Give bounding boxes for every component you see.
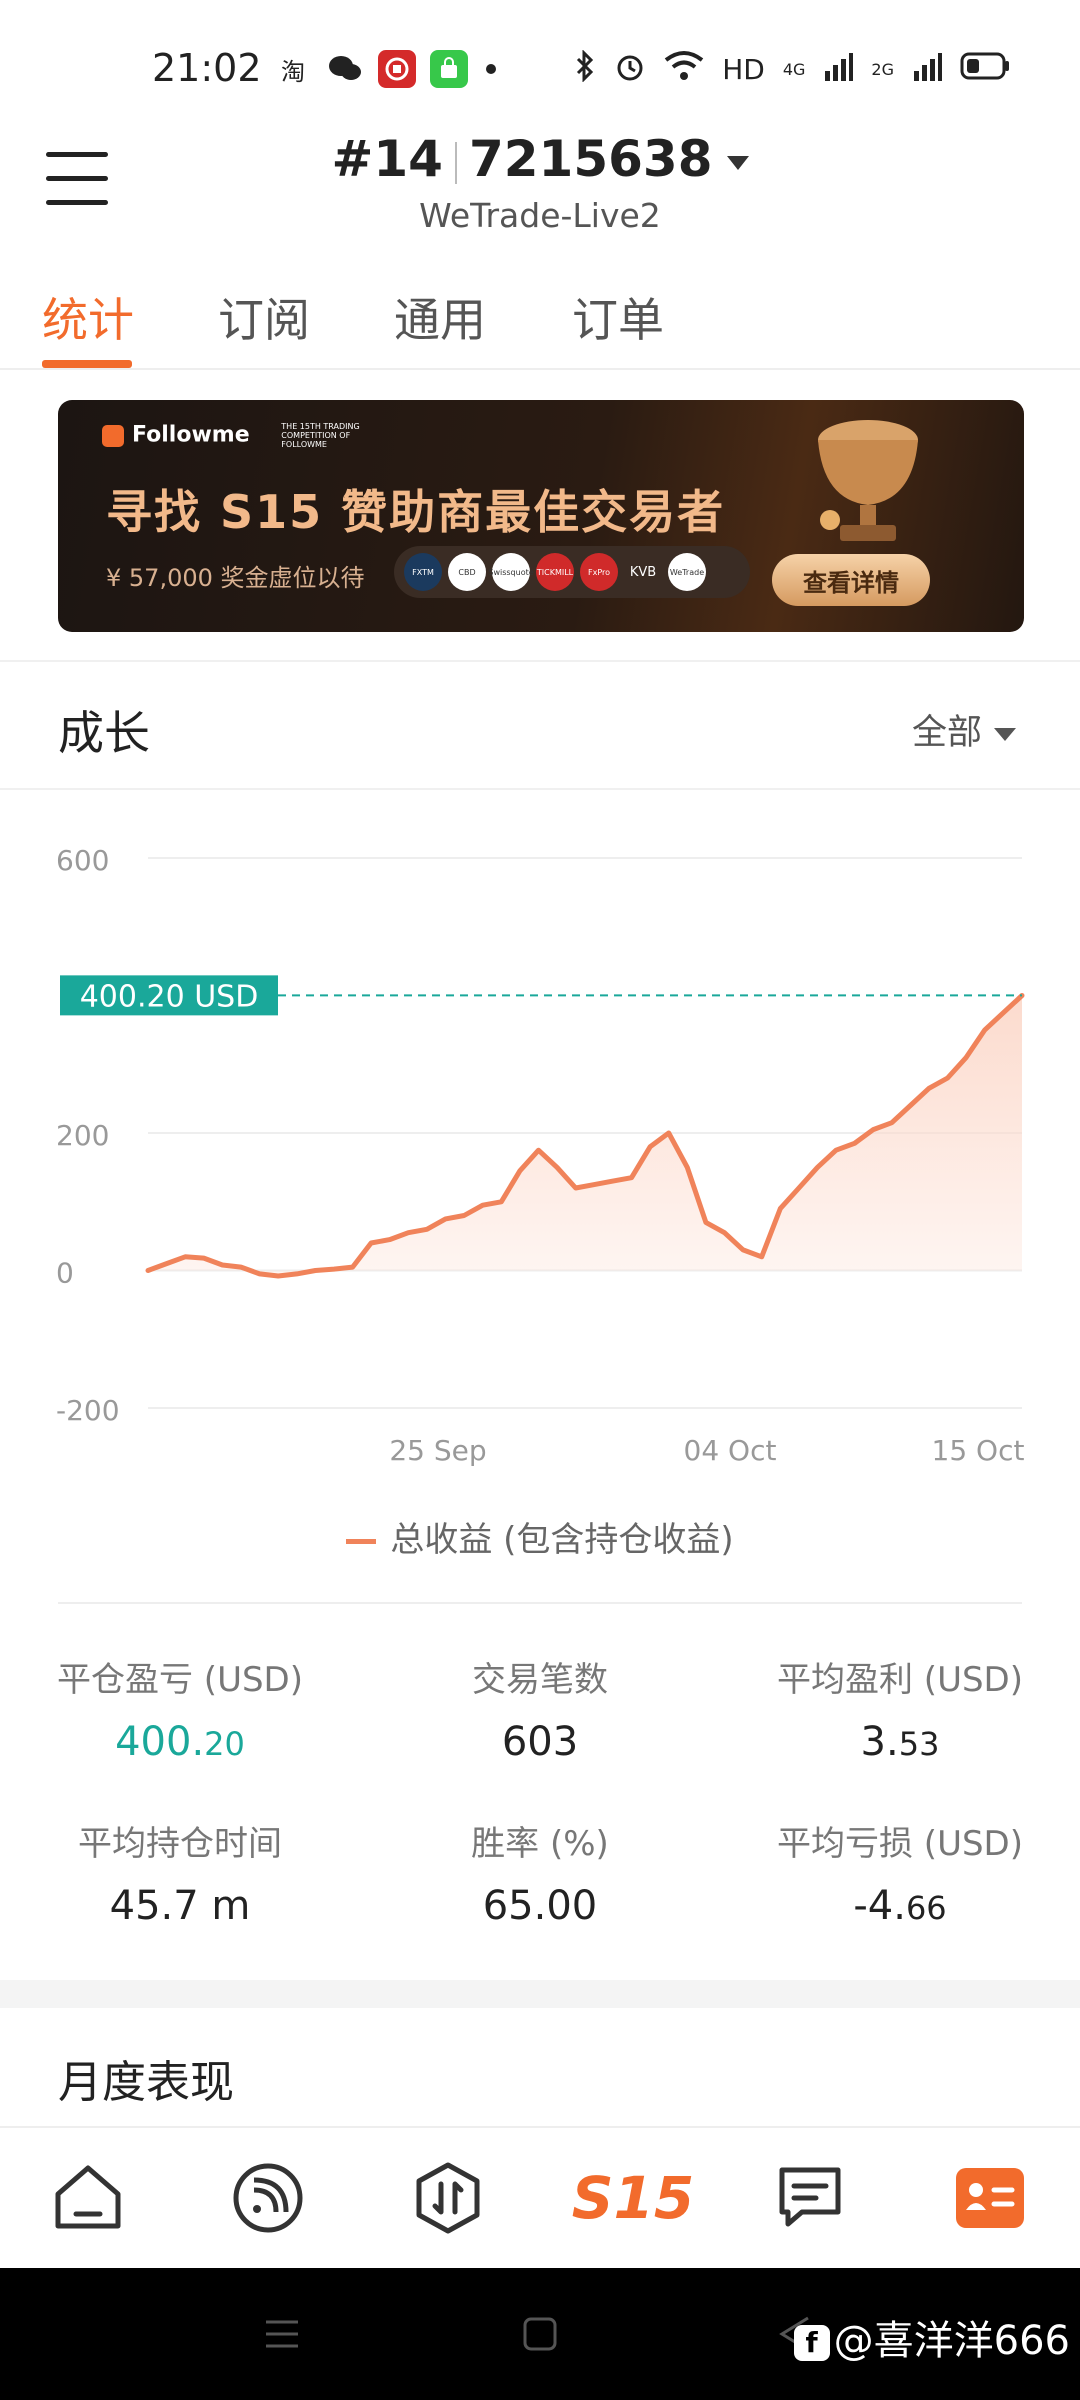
signal-icon-2 [912,51,942,88]
y-tick-label: 600 [56,844,109,877]
sponsor-logos: FXTM CBD Swissquote TICKMILL FxPro KVB W… [394,546,750,598]
tab-general[interactable]: 通用 [394,284,486,350]
x-tick-label: 04 Oct [684,1434,777,1467]
x-tick-label: 25 Sep [389,1434,486,1467]
trophy-icon [818,420,918,541]
2g-label: 2G [871,59,894,79]
status-time: 21:02 [152,46,262,90]
series-area [148,995,1022,1276]
bank-icon [378,50,416,88]
account-index: #14 [331,130,443,188]
legend-swatch [346,1539,377,1544]
banner-brand-sub: THE 15TH TRADING COMPETITION OF FOLLOWME [281,422,360,449]
nav-trade[interactable] [408,2158,488,2238]
nav-subscribe[interactable] [228,2158,308,2238]
chevron-down-icon [994,727,1017,741]
section-title-growth: 成长 [58,706,150,760]
sponsor-logo: CBD [448,553,486,591]
bottom-nav: S15 [0,2126,1080,2270]
stat-avg-profit: 平均盈利 (USD) 3.53 [777,1660,1023,1765]
profile-icon [956,2168,1024,2228]
section-title-monthly: 月度表现 [58,2057,234,2108]
signal-icon [823,51,854,88]
stat-closed-pnl: 平仓盈亏 (USD) 400.20 [57,1660,303,1765]
tab-subscribe[interactable]: 订阅 [218,284,310,350]
nav-profile[interactable] [950,2158,1030,2238]
x-tick-label: 15 Oct [932,1434,1025,1467]
sponsor-logo: KVB [629,564,657,580]
divider [58,1602,1022,1604]
y-tick-label: 200 [56,1119,109,1152]
stat-trade-count: 交易笔数 603 [472,1660,608,1765]
banner-title: 寻找 S15 赞助商最佳交易者 [106,485,726,539]
account-number: 7215638 [468,130,713,188]
followme-logo-icon: f [793,2325,830,2361]
4g-label: 4G [782,59,806,79]
tab-statistics[interactable]: 统计 [42,284,134,350]
sponsor-logo: FXTM [404,553,442,591]
followme-logo-icon [102,424,124,447]
chart-legend: 总收益 (包含持仓收益) [0,1512,1080,1561]
stat-avg-hold-time: 平均持仓时间 45.7 m [78,1824,282,1929]
nav-s15[interactable]: S15 [572,2158,695,2238]
trade-icon [416,2162,480,2234]
chevron-down-icon [726,155,749,170]
sponsor-logo: TICKMILL [536,553,574,591]
taobao-icon: 淘 [281,57,305,86]
bluetooth-icon [574,48,596,89]
community-icon [779,2167,841,2227]
banner-subtitle: ¥ 57,000 奖金虚位以待 [106,564,365,592]
sponsor-logo: Swissquote [488,553,534,591]
tab-orders[interactable]: 订单 [572,284,664,350]
home-icon [55,2165,121,2229]
status-indicators: HD 4G 2G [574,48,1010,89]
subscribe-icon [233,2163,303,2233]
nav-home[interactable] [48,2158,128,2238]
home-button-icon[interactable] [522,2316,558,2356]
account-selector[interactable]: #14 7215638 [0,130,1080,188]
banner-brand: Followme THE 15TH TRADING COMPETITION OF… [102,422,371,449]
hd-label: HD [722,52,765,86]
stat-avg-loss: 平均亏损 (USD) -4.66 [777,1824,1023,1929]
stat-win-rate: 胜率 (%) 65.00 [471,1824,609,1929]
growth-chart[interactable]: 600 200 0 -200 400.20 USD 25 Sep 04 Oct 15 Oct [0,790,1080,1490]
y-tick-label: -200 [56,1394,120,1427]
section-gap [0,1980,1080,2008]
y-tick-label: 0 [56,1257,74,1290]
promo-banner[interactable]: Followme THE 15TH TRADING COMPETITION OF… [58,400,1024,632]
wifi-icon [664,50,704,89]
server-name: WeTrade-Live2 [419,196,661,235]
notification-dot [486,64,496,74]
view-details-button[interactable]: 查看详情 [772,554,930,606]
nav-community[interactable] [770,2158,850,2238]
range-select[interactable]: 全部 [912,704,1017,755]
watermark: f @喜洋洋666 [793,2308,1070,2366]
current-value-label: 400.20 USD [80,979,259,1014]
shopping-bag-icon [430,50,468,88]
sponsor-logo: FxPro [580,553,618,591]
sponsor-logo: WeTrade [668,553,706,591]
status-bar: 21:02 淘 HD 4G 2G [0,0,1080,130]
alarm-icon [614,50,646,89]
recent-apps-icon[interactable] [262,2316,302,2356]
battery-icon [960,52,1010,87]
s15-icon: S15 [571,2164,695,2232]
legend-label: 总收益 (包含持仓收益) [390,1520,734,1560]
divider [0,660,1080,662]
wechat-icon [326,50,364,88]
tab-bar: 统计 订阅 通用 订单 [0,280,1080,370]
tab-active-indicator [42,360,132,368]
